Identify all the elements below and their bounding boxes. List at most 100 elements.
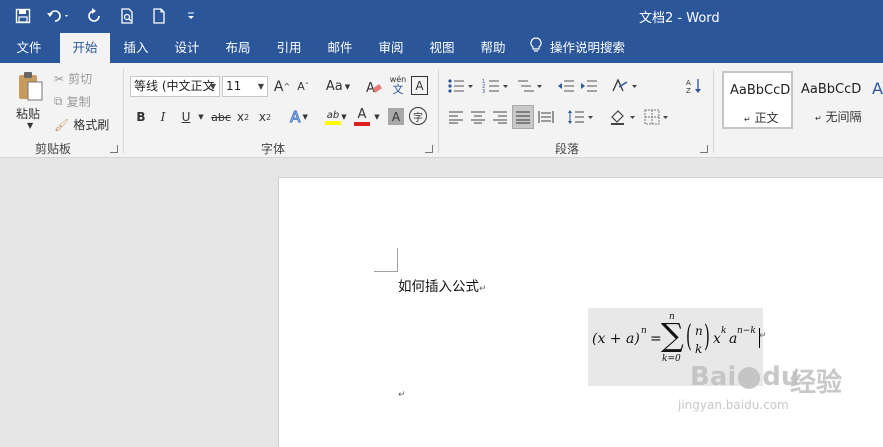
document-heading-paragraph[interactable]: 如何插入公式↵ [398,275,487,295]
tell-me-search[interactable]: 操作说明搜索 [530,33,640,63]
tab-insert[interactable]: 插入 [112,33,160,63]
ribbon-home: 粘贴 ▼ ✂ 剪切 ⧉ 复制 🖌 格式刷 剪贴板 等线 (中文正文 ▼ 11 ▼ A ^ A… [0,63,883,158]
phonetic-guide-button[interactable]: wén 文 [388,72,408,98]
redo-icon[interactable] [84,6,106,26]
align-center-icon[interactable] [468,107,488,127]
group-divider [713,69,714,153]
ribbon-tabs: 文件 开始 插入 设计 布局 引用 邮件 审阅 视图 帮助 操作说明搜索 [0,33,883,63]
font-size-combo[interactable]: 11 ▼ [222,76,268,97]
copy-icon: ⧉ [54,94,63,108]
scissors-icon: ✂ [54,71,65,86]
sum-lower-limit: k=0 [662,354,681,364]
save-icon[interactable] [12,6,34,26]
tab-mailings[interactable]: 邮件 [316,33,364,63]
underline-dropdown-icon[interactable]: ▼ [196,107,206,127]
grow-font-button[interactable]: A ^ [273,76,291,97]
increase-indent-icon[interactable] [579,75,599,97]
baidu-brand-text: 经验 [790,368,843,398]
paragraph-launcher-icon[interactable] [700,145,708,153]
cut-button[interactable]: ✂ 剪切 [54,70,92,87]
numbering-button[interactable]: 123 [481,75,511,97]
style-normal[interactable]: AaBbCcD ↵ 正文 [722,71,793,129]
tab-file[interactable]: 文件 [4,33,54,63]
tab-view[interactable]: 视图 [418,33,466,63]
tab-home[interactable]: 开始 [60,33,110,63]
superscript-button[interactable]: x2 [257,107,273,127]
subscript-button[interactable]: x2 [235,107,251,127]
tab-help[interactable]: 帮助 [469,33,517,63]
strikethrough-button[interactable]: abc [210,107,232,127]
font-color-button[interactable]: A [352,105,372,129]
character-shading-button[interactable]: A [388,108,404,125]
equation-x-exponent: k [721,326,727,336]
new-document-icon[interactable] [148,6,170,26]
clipboard-group-label: 剪贴板 [35,142,72,156]
text-effects-button[interactable]: A ▼ [285,107,313,127]
binom-top: n [695,324,703,338]
align-left-icon[interactable] [446,107,466,127]
tab-design[interactable]: 设计 [163,33,211,63]
quick-access-toolbar [12,6,202,26]
copy-button[interactable]: ⧉ 复制 [54,93,91,110]
tab-review[interactable]: 审阅 [367,33,415,63]
chinese-layout-icon[interactable] [610,75,640,97]
binom-left-paren: ( [686,319,692,354]
italic-button[interactable]: I [155,107,171,127]
borders-icon[interactable] [643,107,673,127]
svg-text:Z: Z [686,87,691,95]
equation-lhs: (x + a) [592,331,640,347]
bullets-button[interactable] [446,75,476,97]
underline-button[interactable]: U [178,107,194,127]
format-painter-button[interactable]: 🖌 格式刷 [54,116,109,133]
paw-icon [738,366,761,389]
title-bar: 文档2 - Word [0,0,883,33]
tab-layout[interactable]: 布局 [214,33,262,63]
paste-dropdown-icon[interactable]: ▼ [27,121,33,130]
paragraph-mark-icon: ↵ [744,115,751,124]
font-launcher-icon[interactable] [425,145,433,153]
margin-corner-mark [374,248,398,272]
align-right-icon[interactable] [490,107,510,127]
distributed-icon[interactable] [536,107,556,127]
print-preview-icon[interactable] [116,6,138,26]
paragraph-mark-icon: ↵ [479,284,487,294]
group-divider [123,69,124,153]
document-page[interactable] [278,177,883,447]
svg-text:A: A [686,79,691,87]
equation-equals: = [650,331,662,347]
undo-icon[interactable] [44,6,74,26]
svg-text:3: 3 [482,89,485,94]
equation-lhs-exponent: n [641,326,647,336]
empty-paragraph-mark: ↵ [398,390,406,400]
font-color-dropdown-icon[interactable]: ▼ [373,107,381,127]
change-case-button[interactable]: Aa ▼ [322,76,354,97]
baidu-url-text: jingyan.baidu.com [678,398,789,412]
sort-icon[interactable]: AZ [684,75,704,97]
clipboard-launcher-icon[interactable] [110,145,118,153]
chevron-down-icon: ▼ [209,82,216,91]
justify-icon[interactable] [512,105,534,129]
customize-qat-icon[interactable] [180,6,202,26]
highlight-dropdown-icon[interactable]: ▼ [340,107,348,127]
shading-icon[interactable] [608,107,638,127]
enclose-characters-button[interactable]: 字 [409,107,427,125]
decrease-indent-icon[interactable] [556,75,576,97]
shrink-font-button[interactable]: Aˇ [294,76,312,97]
paste-button[interactable]: 粘贴 [16,105,40,122]
clear-formatting-icon[interactable]: A [364,76,384,97]
summation-symbol: ∑ [661,316,684,354]
paste-icon[interactable] [14,69,46,103]
multilevel-list-button[interactable] [515,75,545,97]
tell-me-label: 操作说明搜索 [550,40,626,55]
character-border-button[interactable]: A [411,76,428,95]
style-heading-1[interactable]: A [867,71,883,129]
line-spacing-icon[interactable] [566,107,596,127]
style-no-spacing[interactable]: AaBbCcD ↵ 无间隔 [794,71,866,129]
paragraph-group-label: 段落 [555,142,580,156]
font-name-combo[interactable]: 等线 (中文正文 ▼ [130,76,220,97]
chevron-down-icon: ▼ [257,82,264,91]
baidu-logo: Bai du [690,362,800,392]
binom-right-paren: ) [704,319,710,354]
tab-references[interactable]: 引用 [265,33,313,63]
bold-button[interactable]: B [133,107,149,127]
